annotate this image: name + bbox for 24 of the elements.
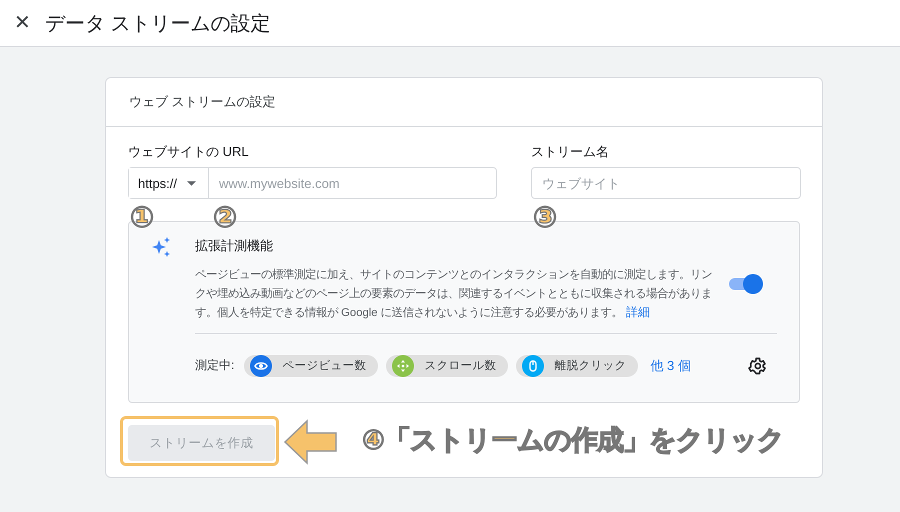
stream-name-field[interactable]: ウェブサイト [531, 167, 801, 199]
description-text: ページビューの標準測定に加え、サイトのコンテンツとのインタラクションを自動的に測定します。リンクや埋め込み動画などのページ上の要素のデータは、関連するイベントとともに収集される場合があります。個人を特定できる情報が Google に送信されないように注意する必要があります。 詳細 [195, 268, 713, 321]
settings-icon[interactable] [747, 356, 767, 376]
protocol-dropdown[interactable]: https:// [129, 168, 209, 198]
step-marker: ② [212, 202, 238, 232]
card-title: ウェブ ストリームの設定 [106, 78, 822, 127]
details-link[interactable]: 詳細 [626, 305, 650, 319]
caret-icon [187, 180, 196, 186]
step-marker: ① [128, 202, 156, 232]
url-field[interactable]: https:// www.mywebsite.com [128, 167, 497, 199]
measurement-chip[interactable]: 離脱クリック [516, 354, 638, 376]
section-title: 拡張計測機能 [195, 237, 274, 255]
annotation-caption: ④「ストリームの作成」をクリック [362, 424, 784, 458]
arrow-icon [283, 419, 338, 465]
toggle-switch[interactable] [727, 273, 763, 295]
page-title: データ ストリームの設定 [44, 12, 270, 36]
field-label: ストリーム名 [531, 143, 610, 161]
measuring-label: 測定中: [195, 357, 234, 374]
field-label: ウェブサイトの URL [128, 143, 250, 161]
measurement-chip[interactable]: スクロール数 [386, 354, 508, 376]
close-icon[interactable]: ✕ [14, 13, 31, 33]
step-marker: ③ [532, 202, 558, 232]
more-link[interactable]: 他 3 個 [650, 356, 691, 374]
measurement-chip[interactable]: ページビュー数 [244, 354, 378, 376]
